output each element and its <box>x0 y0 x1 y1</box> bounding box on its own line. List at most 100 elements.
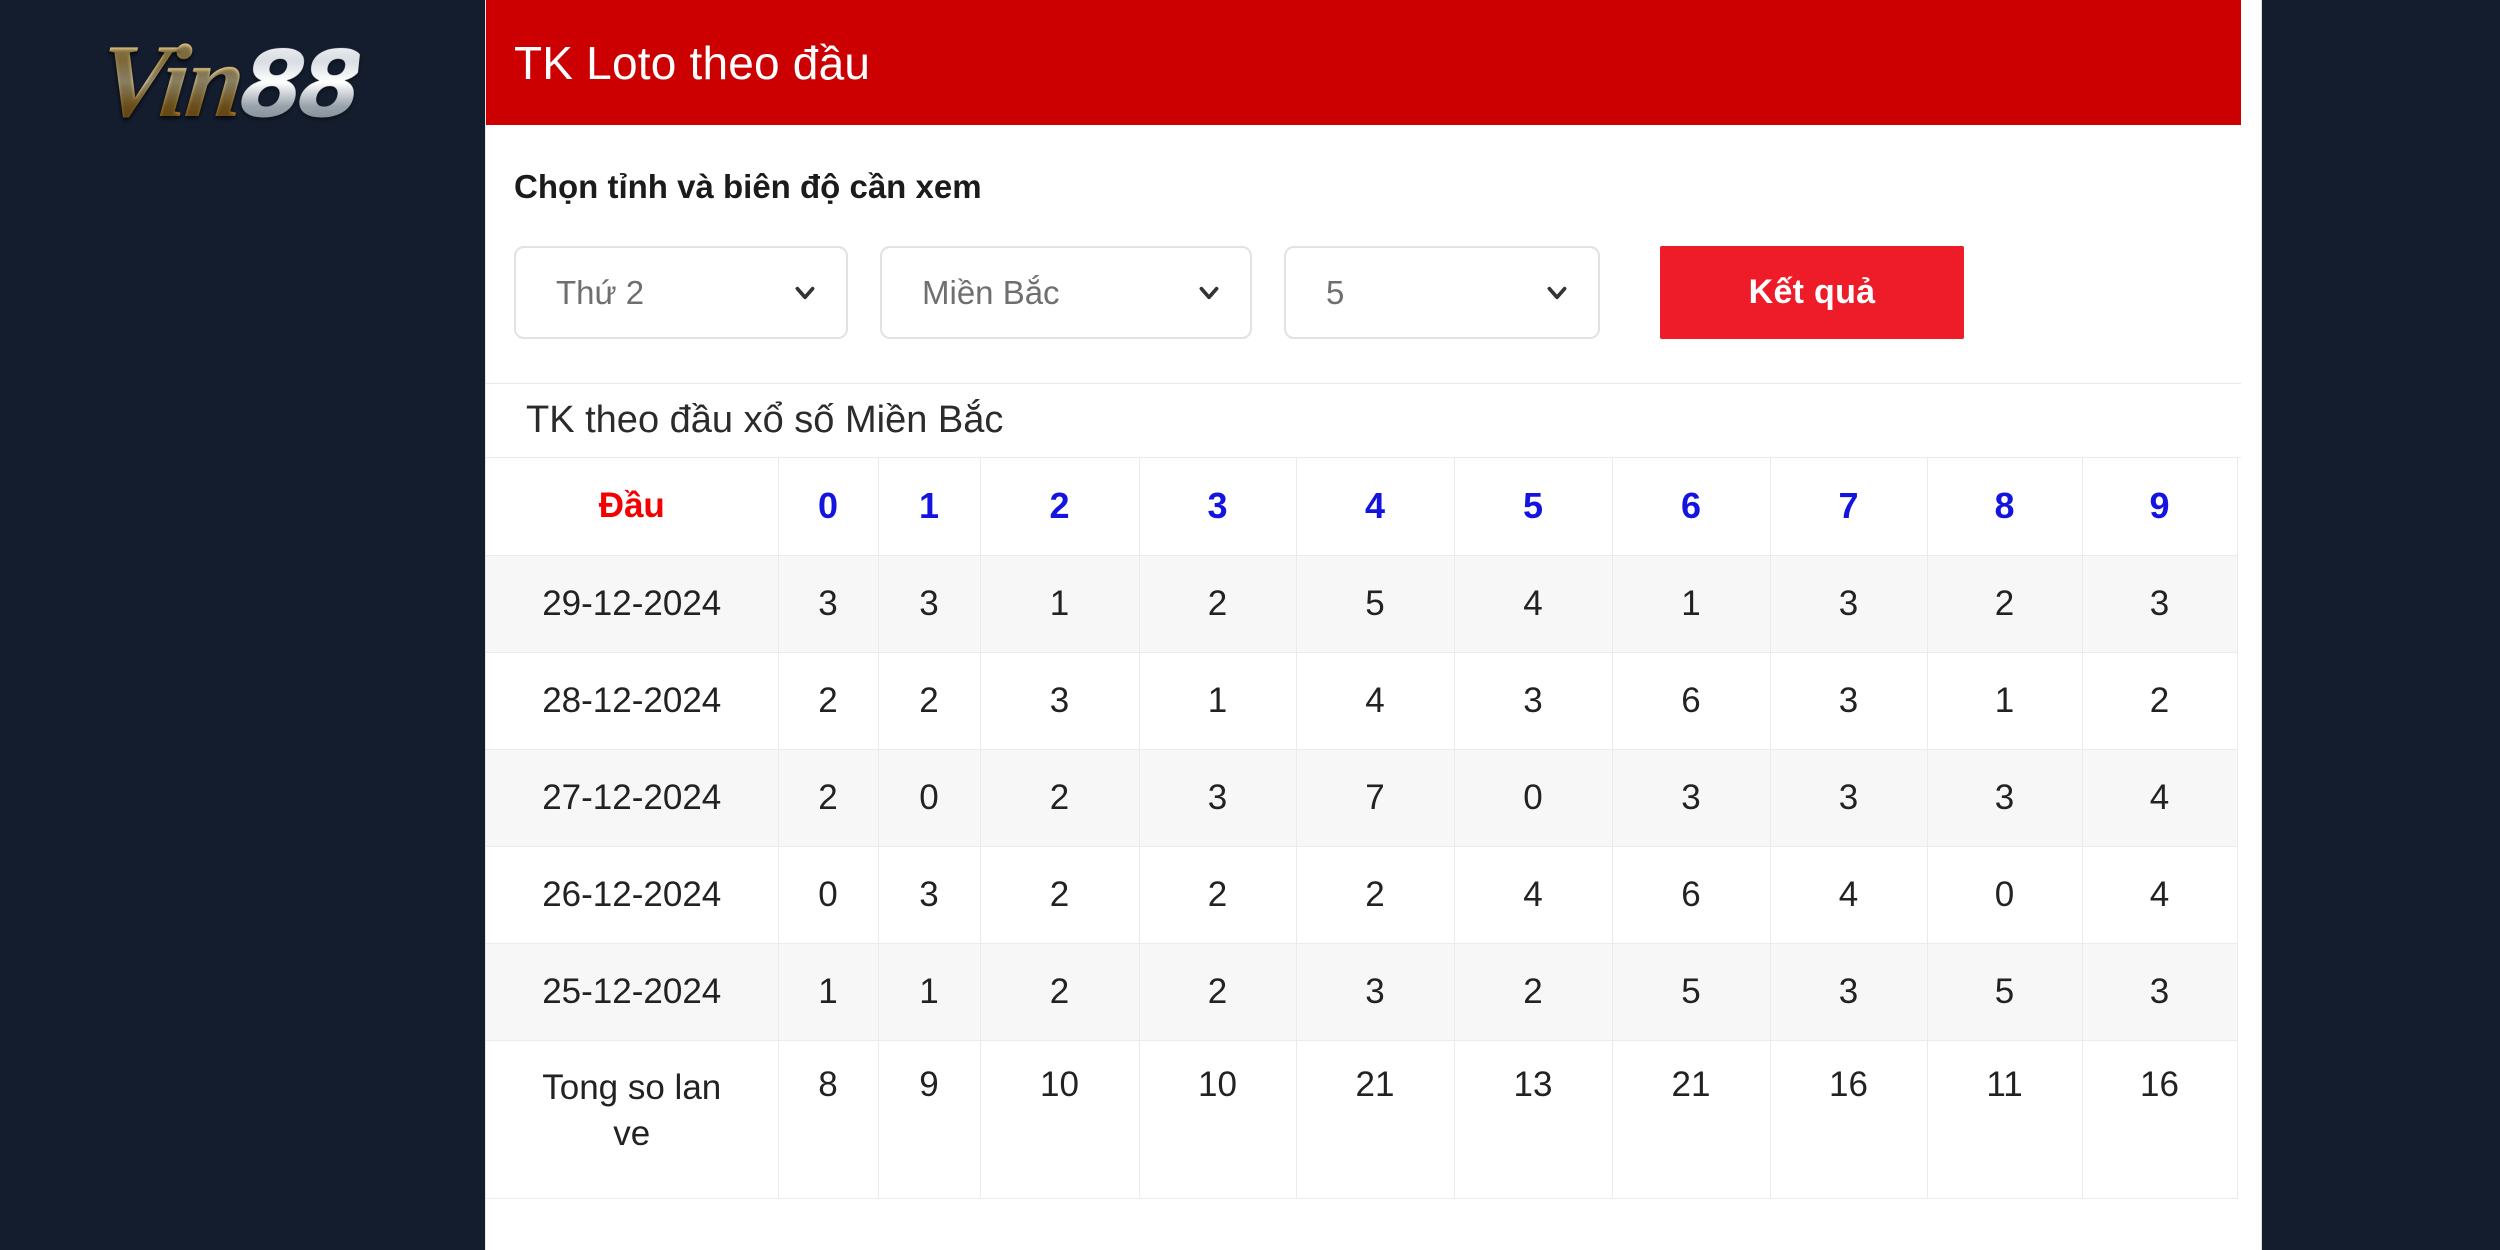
table-head: Đầu 0 1 2 3 4 5 6 7 8 9 <box>486 458 2238 556</box>
column-header-4: 4 <box>1296 458 1455 556</box>
table-row: 27-12-2024 2 0 2 3 7 0 3 3 3 4 <box>486 749 2238 847</box>
cell: 4 <box>1454 555 1613 653</box>
cell: 3 <box>1612 749 1771 847</box>
cell: 3 <box>1770 652 1928 750</box>
row-date: 27-12-2024 <box>486 749 779 847</box>
cell: 0 <box>778 846 879 944</box>
filter-controls: Thứ 2 Miền Bắc 5 Kết quả <box>486 206 2261 339</box>
row-date: 29-12-2024 <box>486 555 779 653</box>
cell: 2 <box>1139 555 1297 653</box>
table-row: 26-12-2024 0 3 2 2 2 4 6 4 0 4 <box>486 846 2238 944</box>
table-header-row: Đầu 0 1 2 3 4 5 6 7 8 9 <box>486 458 2238 556</box>
cell: 2 <box>778 652 879 750</box>
cell: 3 <box>1454 652 1613 750</box>
logo-text-vin: Vin <box>93 24 248 139</box>
day-select[interactable]: Thứ 2 <box>514 246 848 339</box>
cell: 3 <box>1770 749 1928 847</box>
cell: 5 <box>1927 943 2083 1041</box>
column-header-0: 0 <box>778 458 879 556</box>
total-cell: 21 <box>1612 1040 1771 1199</box>
region-select-value: Miền Bắc <box>922 273 1060 311</box>
result-button[interactable]: Kết quả <box>1660 246 1964 339</box>
cell: 2 <box>1139 943 1297 1041</box>
row-date: 28-12-2024 <box>486 652 779 750</box>
total-cell: 16 <box>2082 1040 2238 1199</box>
card-header: TK Loto theo đầu <box>486 0 2241 125</box>
day-select-wrapper[interactable]: Thứ 2 <box>514 246 848 339</box>
range-select-value: 5 <box>1326 273 1345 311</box>
cell: 2 <box>980 943 1140 1041</box>
loto-stats-card: TK Loto theo đầu Chọn tỉnh và biên độ cầ… <box>485 0 2262 1250</box>
table-row: 29-12-2024 3 3 1 2 5 4 1 3 2 3 <box>486 555 2238 653</box>
table-title-row: TK theo đầu xổ số Miền Bắc <box>486 383 2241 458</box>
column-header-7: 7 <box>1770 458 1928 556</box>
total-cell: 10 <box>980 1040 1140 1199</box>
cell: 2 <box>1927 555 2083 653</box>
row-date: 26-12-2024 <box>486 846 779 944</box>
cell: 4 <box>1770 846 1928 944</box>
cell: 3 <box>1139 749 1297 847</box>
site-logo: Vin88 <box>94 24 363 139</box>
cell: 7 <box>1296 749 1455 847</box>
total-cell: 9 <box>878 1040 981 1199</box>
cell: 4 <box>2082 846 2238 944</box>
column-header-6: 6 <box>1612 458 1771 556</box>
range-select[interactable]: 5 <box>1284 246 1600 339</box>
range-select-wrapper[interactable]: 5 <box>1284 246 1600 339</box>
cell: 2 <box>1454 943 1613 1041</box>
region-select[interactable]: Miền Bắc <box>880 246 1252 339</box>
form-label: Chọn tỉnh và biên độ cần xem <box>514 168 982 205</box>
day-select-value: Thứ 2 <box>556 273 645 311</box>
cell: 3 <box>878 846 981 944</box>
cell: 0 <box>1454 749 1613 847</box>
cell: 1 <box>778 943 879 1041</box>
cell: 1 <box>1927 652 2083 750</box>
cell: 2 <box>1296 846 1455 944</box>
page-title: TK Loto theo đầu <box>514 36 871 89</box>
cell: 6 <box>1612 652 1771 750</box>
table-row: 25-12-2024 1 1 2 2 3 2 5 3 5 3 <box>486 943 2238 1041</box>
cell: 1 <box>980 555 1140 653</box>
cell: 3 <box>1296 943 1455 1041</box>
total-cell: 13 <box>1454 1040 1613 1199</box>
cell: 0 <box>1927 846 2083 944</box>
chevron-down-icon <box>1199 286 1219 299</box>
cell: 2 <box>980 749 1140 847</box>
column-header-9: 9 <box>2082 458 2238 556</box>
cell: 2 <box>2082 652 2238 750</box>
total-cell: 16 <box>1770 1040 1928 1199</box>
cell: 5 <box>1296 555 1455 653</box>
cell: 4 <box>1454 846 1613 944</box>
cell: 2 <box>878 652 981 750</box>
loto-stats-table: Đầu 0 1 2 3 4 5 6 7 8 9 29-12-2024 3 3 1… <box>486 458 2238 1199</box>
column-header-1: 1 <box>878 458 981 556</box>
cell: 3 <box>878 555 981 653</box>
brand-panel: Vin88 <box>0 0 457 1250</box>
cell: 6 <box>1612 846 1771 944</box>
column-header-5: 5 <box>1454 458 1613 556</box>
region-select-wrapper[interactable]: Miền Bắc <box>880 246 1252 339</box>
cell: 3 <box>1770 555 1928 653</box>
logo-text-88: 88 <box>235 31 363 138</box>
cell: 2 <box>1139 846 1297 944</box>
column-header-3: 3 <box>1139 458 1297 556</box>
row-date: 25-12-2024 <box>486 943 779 1041</box>
total-cell: 21 <box>1296 1040 1455 1199</box>
table-row: 28-12-2024 2 2 3 1 4 3 6 3 1 2 <box>486 652 2238 750</box>
column-header-dau: Đầu <box>486 458 779 556</box>
cell: 3 <box>980 652 1140 750</box>
column-header-2: 2 <box>980 458 1140 556</box>
column-header-8: 8 <box>1927 458 2083 556</box>
cell: 3 <box>1927 749 2083 847</box>
chevron-down-icon <box>1547 286 1567 299</box>
cell: 5 <box>1612 943 1771 1041</box>
total-cell: 8 <box>778 1040 879 1199</box>
cell: 2 <box>778 749 879 847</box>
cell: 1 <box>878 943 981 1041</box>
table-total-row: Tong so lan ve 8 9 10 10 21 13 21 16 11 … <box>486 1040 2238 1199</box>
cell: 3 <box>2082 943 2238 1041</box>
cell: 2 <box>980 846 1140 944</box>
chevron-down-icon <box>795 286 815 299</box>
cell: 1 <box>1139 652 1297 750</box>
cell: 3 <box>778 555 879 653</box>
